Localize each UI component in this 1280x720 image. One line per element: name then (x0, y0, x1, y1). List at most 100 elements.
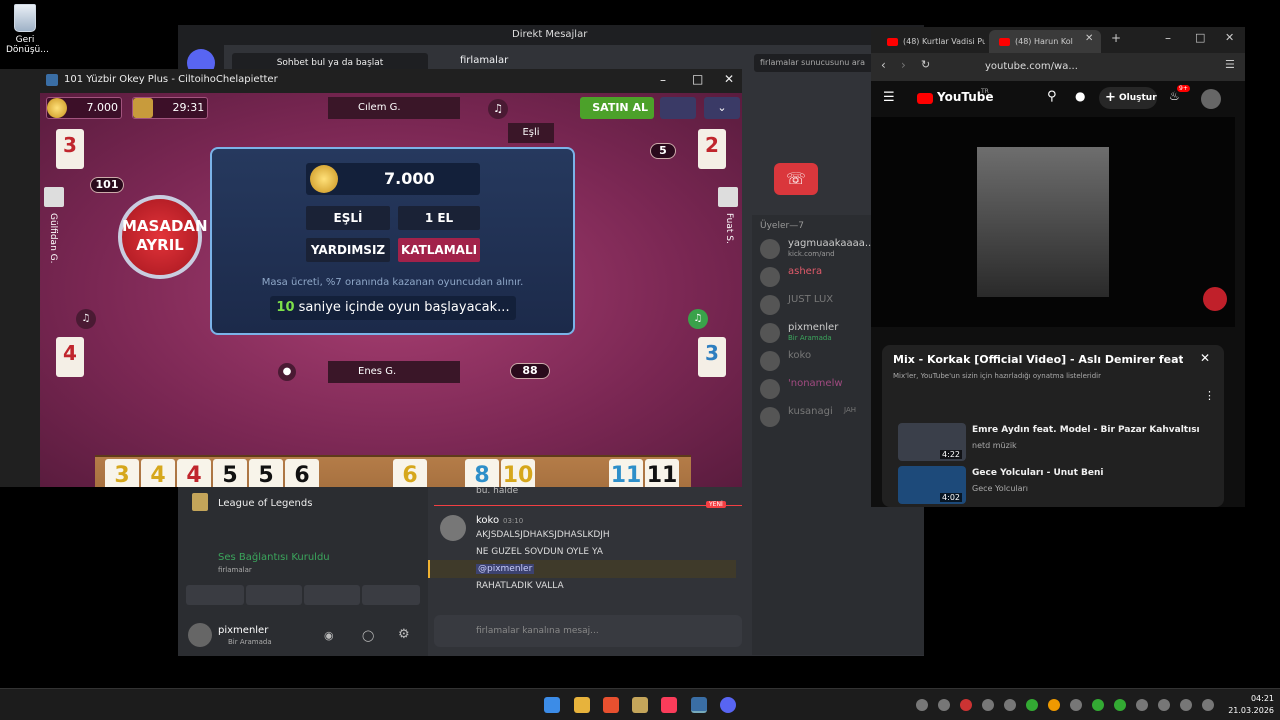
sound-icon[interactable]: ♫ (488, 99, 508, 119)
player-top[interactable]: Cılem G. (328, 97, 460, 119)
volume-icon[interactable] (1180, 699, 1192, 711)
rack-tile[interactable]: 8 (465, 459, 499, 487)
voice-status[interactable]: Ses Bağlantısı Kuruldu (218, 552, 330, 563)
minimize-icon[interactable]: – (1165, 31, 1171, 45)
file-explorer-icon[interactable] (574, 697, 590, 713)
rack-tile[interactable]: 4 (177, 459, 211, 487)
browser-tab[interactable]: (48) Kurtlar Vadisi Pusu (877, 30, 985, 53)
close-tab-icon[interactable]: ✕ (1085, 33, 1093, 44)
new-tab-icon[interactable]: + (1111, 31, 1121, 45)
playlist-item[interactable]: 4:22 Emre Aydın feat. Model - Bir Pazar … (898, 423, 1208, 463)
speaker-icon[interactable]: ♫ (688, 309, 708, 329)
rack-tile[interactable]: 11 (609, 459, 643, 487)
tray-icon[interactable] (938, 699, 950, 711)
tray-icon[interactable] (1004, 699, 1016, 711)
youtube-logo-icon[interactable] (917, 93, 933, 104)
hang-up-button[interactable]: ☏ (774, 163, 818, 195)
close-icon[interactable]: ✕ (1200, 351, 1210, 365)
back-icon[interactable]: ‹ (881, 58, 886, 72)
channel-watermark[interactable] (1203, 287, 1227, 311)
rack-tile[interactable]: 10 (501, 459, 535, 487)
side-tile[interactable]: 3 (56, 129, 84, 169)
tray-icon[interactable] (916, 699, 928, 711)
tray-icon[interactable] (960, 699, 972, 711)
mic-icon[interactable]: ◉ (324, 629, 334, 642)
server-name[interactable]: League of Legends (218, 498, 312, 509)
message-input[interactable]: firlamalar kanalına mesaj... (434, 615, 742, 647)
playlist-item[interactable]: 4:02 Gece Yolcuları - Unut Beni Gece Yol… (898, 466, 1208, 506)
message-time: 03:10 (503, 517, 524, 525)
camera-button[interactable] (186, 585, 244, 605)
create-button[interactable]: + Oluştur (1099, 87, 1157, 109)
more-options-icon[interactable]: ⋮ (1204, 389, 1215, 402)
wifi-icon[interactable] (1158, 699, 1170, 711)
recycle-bin-icon[interactable]: Geri Dönüşü... (6, 4, 49, 55)
option-paired[interactable]: EŞLİ (306, 206, 390, 230)
avatar[interactable] (718, 187, 738, 207)
screen-share-button[interactable] (246, 585, 302, 605)
shop-button[interactable]: SATIN AL (580, 97, 654, 119)
maximize-icon[interactable]: □ (692, 72, 703, 86)
windows-start-icon[interactable] (544, 697, 560, 713)
mic-icon[interactable]: ● (278, 363, 296, 381)
okey-app-icon[interactable] (691, 697, 707, 713)
rack-tile[interactable]: 11 (645, 459, 679, 487)
avatar[interactable] (44, 187, 64, 207)
leave-table-button[interactable]: MASADAN AYRIL (118, 195, 208, 279)
message-author[interactable]: koko (476, 515, 499, 526)
tray-icon[interactable] (1136, 699, 1148, 711)
playlist-title[interactable]: Mix - Korkak [Official Video] - Aslı Dem… (893, 353, 1183, 366)
clock[interactable]: 04:21 21.03.2026 (1222, 693, 1274, 717)
headphones-icon[interactable]: ◯ (362, 629, 374, 642)
option-rounds[interactable]: 1 EL (398, 206, 480, 230)
side-tile[interactable]: 4 (56, 337, 84, 377)
maximize-icon[interactable]: □ (1195, 31, 1205, 44)
user-mention[interactable]: @pixmenler (476, 564, 535, 574)
chat-button[interactable] (660, 97, 696, 119)
forward-icon[interactable]: › (901, 58, 906, 72)
option-no-help[interactable]: YARDIMSIZ (306, 238, 390, 262)
close-icon[interactable]: ✕ (1225, 31, 1234, 44)
gear-icon[interactable]: ⚙ (398, 627, 410, 642)
minimize-icon[interactable]: – (660, 73, 666, 87)
avatar[interactable] (440, 515, 466, 541)
music-icon[interactable] (661, 697, 677, 713)
rack-tile[interactable]: 3 (105, 459, 139, 487)
close-icon[interactable]: ✕ (724, 72, 734, 86)
league-icon[interactable] (632, 697, 648, 713)
player-left[interactable]: Gülfidan G. (48, 213, 58, 263)
reload-icon[interactable]: ↻ (921, 58, 930, 71)
player-bottom[interactable]: Enes G. (328, 361, 460, 383)
player-right[interactable]: Fuat S. (724, 213, 734, 244)
soundboard-button[interactable] (362, 585, 420, 605)
mic-icon[interactable]: ● (1075, 89, 1085, 103)
server-search-input[interactable]: firlamalar sunucusunu ara (754, 54, 874, 72)
rack-tile[interactable]: 5 (213, 459, 247, 487)
menu-icon[interactable]: ☰ (1225, 58, 1235, 71)
url-bar[interactable]: youtube.com/wa... (959, 58, 1099, 76)
tray-icon[interactable] (1114, 699, 1126, 711)
tray-icon[interactable] (1092, 699, 1104, 711)
side-tile[interactable]: 3 (698, 337, 726, 377)
side-tile[interactable]: 2 (698, 129, 726, 169)
activities-button[interactable] (304, 585, 360, 605)
rack-tile[interactable]: 6 (393, 459, 427, 487)
avatar[interactable] (1201, 89, 1221, 109)
rack-tile[interactable]: 5 (249, 459, 283, 487)
discord-icon[interactable] (720, 697, 736, 713)
option-doubling[interactable]: KATLAMALI (398, 238, 480, 262)
video-player[interactable] (871, 117, 1235, 327)
speaker-icon[interactable]: ♫ (76, 309, 96, 329)
tray-icon[interactable] (1070, 699, 1082, 711)
rack-tile[interactable]: 6 (285, 459, 319, 487)
tray-icon[interactable] (1026, 699, 1038, 711)
tray-icon[interactable] (1048, 699, 1060, 711)
chevron-down-icon[interactable]: ⌄ (704, 97, 740, 119)
avatar[interactable] (188, 623, 212, 647)
hamburger-icon[interactable]: ☰ (883, 90, 895, 105)
tray-icon[interactable] (982, 699, 994, 711)
rack-tile[interactable]: 4 (141, 459, 175, 487)
brave-icon[interactable] (603, 697, 619, 713)
search-icon[interactable]: ⚲ (1047, 89, 1057, 104)
battery-icon[interactable] (1202, 699, 1214, 711)
